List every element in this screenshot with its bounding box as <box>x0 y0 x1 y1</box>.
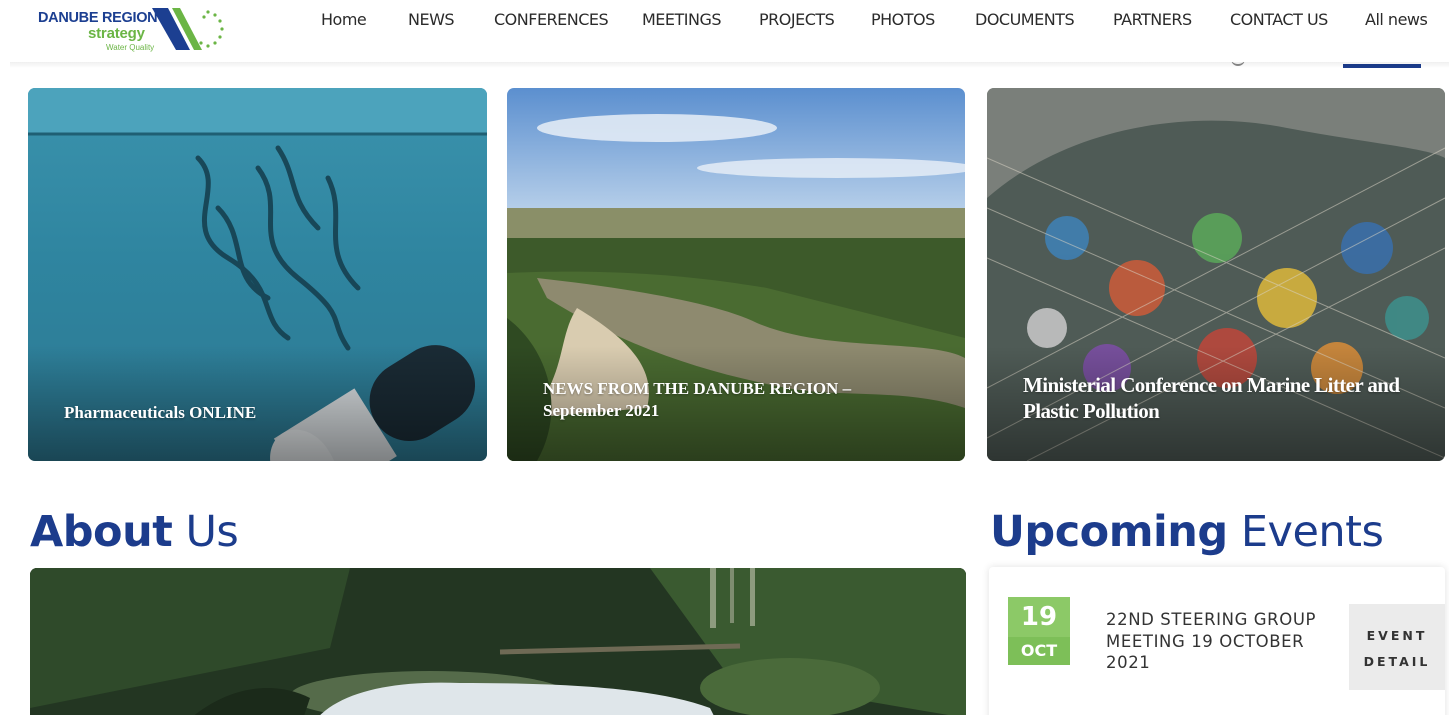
event-title[interactable]: 22ND STEERING GROUP MEETING 19 OCTOBER 2… <box>1106 609 1326 674</box>
nav-projects[interactable]: PROJECTS <box>759 10 835 29</box>
logo-mark-icon <box>152 8 224 50</box>
nav-news[interactable]: NEWS <box>408 10 455 29</box>
about-heading: About Us <box>30 507 239 557</box>
nav-partners[interactable]: PARTNERS <box>1113 10 1192 29</box>
logo-title: DANUBE REGION <box>38 10 158 26</box>
event-day: 19 <box>1008 597 1070 637</box>
site-header: DANUBE REGION strategy Water Quality Hom… <box>0 0 1449 62</box>
events-heading-rest: Events <box>1227 507 1384 557</box>
news-card-marine-litter[interactable]: Ministerial Conference on Marine Litter … <box>987 88 1445 461</box>
logo-strategy: strategy <box>88 25 145 42</box>
about-heading-rest: Us <box>172 507 239 557</box>
nav-contact-us[interactable]: CONTACT US <box>1230 10 1328 29</box>
events-heading: Upcoming Events <box>990 507 1384 557</box>
news-card-danube-region[interactable]: NEWS FROM THE DANUBE REGION – September … <box>507 88 965 461</box>
news-card-pharmaceuticals[interactable]: Pharmaceuticals ONLINE <box>28 88 487 461</box>
news-card-title: Ministerial Conference on Marine Litter … <box>1023 373 1400 423</box>
about-heading-bold: About <box>30 507 173 557</box>
news-card-title: Pharmaceuticals ONLINE <box>64 403 257 422</box>
nav-meetings[interactable]: MEETINGS <box>642 10 722 29</box>
events-heading-bold: Upcoming <box>990 507 1228 557</box>
event-item: 19 OCT 22ND STEERING GROUP MEETING 19 OC… <box>989 567 1445 715</box>
news-card-title: NEWS FROM THE DANUBE REGION – September … <box>543 379 852 421</box>
nav-all-news[interactable]: All news <box>1365 10 1428 29</box>
site-logo[interactable]: DANUBE REGION strategy Water Quality <box>36 4 236 56</box>
event-month: OCT <box>1008 637 1070 665</box>
event-detail-line1: EVENT <box>1366 628 1428 643</box>
nav-home[interactable]: Home <box>321 10 367 29</box>
waterfall-image <box>30 568 966 715</box>
nav-conferences[interactable]: CONFERENCES <box>494 10 609 29</box>
nav-documents[interactable]: DOCUMENTS <box>975 10 1075 29</box>
about-waterfall-image <box>30 568 966 715</box>
event-detail-button[interactable]: EVENT DETAIL <box>1349 604 1445 690</box>
event-date-badge: 19 OCT <box>1008 597 1070 665</box>
event-detail-line2: DETAIL <box>1363 654 1431 669</box>
nav-photos[interactable]: PHOTOS <box>871 10 935 29</box>
